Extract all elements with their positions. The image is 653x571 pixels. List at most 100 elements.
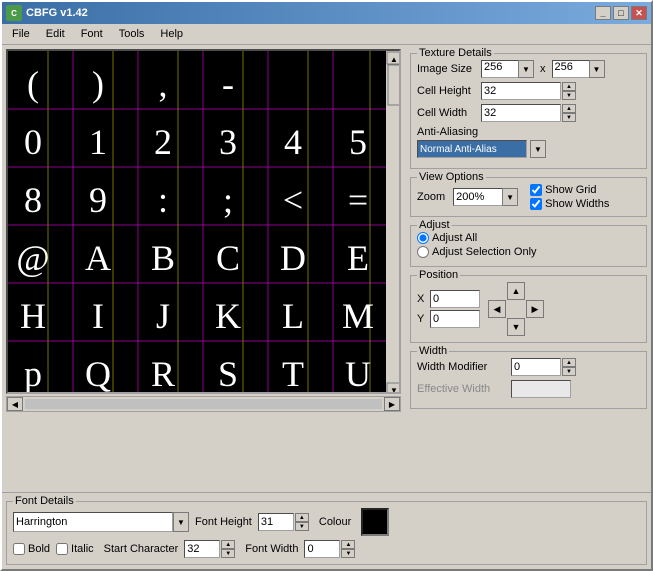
anti-alias-row: Anti-Aliasing (417, 126, 640, 138)
adjust-all-radio[interactable] (417, 232, 429, 244)
zoom-select[interactable]: 200% (453, 188, 503, 206)
svg-text:B: B (151, 238, 175, 278)
svg-text:(: ( (27, 64, 39, 104)
width-modifier-input[interactable] (511, 358, 561, 376)
svg-text::: : (158, 180, 168, 220)
width-modifier-up[interactable]: ▲ (562, 358, 576, 367)
menu-edit[interactable]: Edit (40, 26, 71, 42)
effective-width-row: Effective Width (417, 380, 640, 398)
arrow-row-mid: ◀ ▶ (488, 300, 544, 318)
anti-alias-dropdown-btn[interactable]: ▼ (530, 140, 546, 158)
font-height-up[interactable]: ▲ (295, 513, 309, 522)
font-height-input[interactable] (258, 513, 294, 531)
cell-width-input[interactable] (481, 104, 561, 122)
menu-font[interactable]: Font (75, 26, 109, 42)
font-name-dropdown-btn[interactable]: ▼ (173, 512, 189, 532)
cell-height-up[interactable]: ▲ (562, 82, 576, 91)
cell-width-spin: ▲ ▼ (562, 104, 576, 122)
svg-text:U: U (345, 354, 371, 394)
svg-text:1: 1 (89, 122, 107, 162)
arrow-right-button[interactable]: ▶ (526, 300, 544, 318)
position-content: X Y ▲ (417, 282, 640, 336)
image-size-x-wrap: 256 ▼ (481, 60, 534, 78)
image-size-y-dropdown[interactable]: 256 (552, 60, 590, 78)
image-size-x-dropdown[interactable]: 256 (481, 60, 519, 78)
menu-bar: File Edit Font Tools Help (2, 24, 651, 45)
start-char-up[interactable]: ▲ (221, 540, 235, 549)
font-width-down[interactable]: ▼ (341, 549, 355, 558)
minimize-button[interactable]: _ (595, 6, 611, 20)
cell-width-down[interactable]: ▼ (562, 113, 576, 122)
x-input[interactable] (430, 290, 480, 308)
svg-text:9: 9 (89, 180, 107, 220)
font-canvas[interactable]: ( ) , - 0 1 2 3 4 5 8 9 : ; < (6, 49, 401, 394)
zoom-row: Zoom 200% ▼ Show Grid Show Widths (417, 184, 640, 210)
menu-file[interactable]: File (6, 26, 36, 42)
menu-help[interactable]: Help (154, 26, 189, 42)
scroll-right-button[interactable]: ▶ (384, 397, 400, 411)
colour-swatch[interactable] (361, 508, 389, 536)
svg-text:C: C (216, 238, 240, 278)
show-grid-label: Show Grid (545, 184, 596, 196)
cell-width-up[interactable]: ▲ (562, 104, 576, 113)
app-icon: C (6, 5, 22, 21)
menu-tools[interactable]: Tools (113, 26, 151, 42)
width-modifier-label: Width Modifier (417, 361, 507, 373)
italic-label: Italic (71, 543, 94, 555)
y-input[interactable] (430, 310, 480, 328)
cell-height-down[interactable]: ▼ (562, 91, 576, 100)
arrow-up-button[interactable]: ▲ (507, 282, 525, 300)
texture-details-title: Texture Details (417, 47, 494, 59)
cell-height-input[interactable] (481, 82, 561, 100)
svg-text:0: 0 (24, 122, 42, 162)
font-width-spin: ▲ ▼ (341, 540, 355, 558)
title-controls: _ □ ✕ (595, 6, 647, 20)
adjust-selection-radio[interactable] (417, 246, 429, 258)
font-width-label: Font Width (245, 543, 298, 555)
width-modifier-down[interactable]: ▼ (562, 367, 576, 376)
canvas-scrollbar-h[interactable]: ◀ ▶ (6, 396, 401, 412)
font-name-dropdown[interactable]: Harrington (13, 512, 173, 532)
image-size-y-dropdown-btn[interactable]: ▼ (589, 60, 605, 78)
svg-text:K: K (215, 296, 241, 336)
svg-text:-: - (222, 64, 234, 104)
arrow-left-button[interactable]: ◀ (488, 300, 506, 318)
effective-width-label: Effective Width (417, 383, 507, 395)
start-char-label: Start Character (104, 543, 179, 555)
scrollbar-track-h[interactable] (25, 399, 382, 409)
start-char-input[interactable] (184, 540, 220, 558)
anti-alias-select-row: Normal Anti-Alias ▼ (417, 140, 640, 158)
view-checkboxes: Show Grid Show Widths (530, 184, 609, 210)
bold-checkbox[interactable] (13, 543, 25, 555)
image-size-row: Image Size 256 ▼ x 256 ▼ (417, 60, 640, 78)
anti-alias-label: Anti-Aliasing (417, 126, 478, 138)
font-height-label: Font Height (195, 516, 252, 528)
adjust-selection-label: Adjust Selection Only (432, 246, 537, 258)
scroll-left-button[interactable]: ◀ (7, 397, 23, 411)
adjust-title: Adjust (417, 219, 452, 231)
colour-label: Colour (319, 516, 351, 528)
view-options-title: View Options (417, 171, 486, 183)
font-width-up[interactable]: ▲ (341, 540, 355, 549)
svg-text:3: 3 (219, 122, 237, 162)
show-widths-item: Show Widths (530, 198, 609, 210)
zoom-dropdown-btn[interactable]: ▼ (502, 188, 518, 206)
maximize-button[interactable]: □ (613, 6, 629, 20)
x-separator: x (540, 63, 546, 75)
image-size-x-dropdown-btn[interactable]: ▼ (518, 60, 534, 78)
zoom-select-wrap: 200% ▼ (453, 188, 518, 206)
font-height-down[interactable]: ▼ (295, 522, 309, 531)
italic-wrap: Italic (56, 543, 94, 555)
svg-text:4: 4 (284, 122, 302, 162)
close-button[interactable]: ✕ (631, 6, 647, 20)
xy-inputs: X Y (417, 290, 480, 328)
start-char-down[interactable]: ▼ (221, 549, 235, 558)
svg-text:8: 8 (24, 180, 42, 220)
cell-width-row: Cell Width ▲ ▼ (417, 104, 640, 122)
show-widths-checkbox[interactable] (530, 198, 542, 210)
show-grid-checkbox[interactable] (530, 184, 542, 196)
font-width-input[interactable] (304, 540, 340, 558)
italic-checkbox[interactable] (56, 543, 68, 555)
anti-alias-select[interactable]: Normal Anti-Alias (417, 140, 527, 158)
arrow-down-button[interactable]: ▼ (507, 318, 525, 336)
